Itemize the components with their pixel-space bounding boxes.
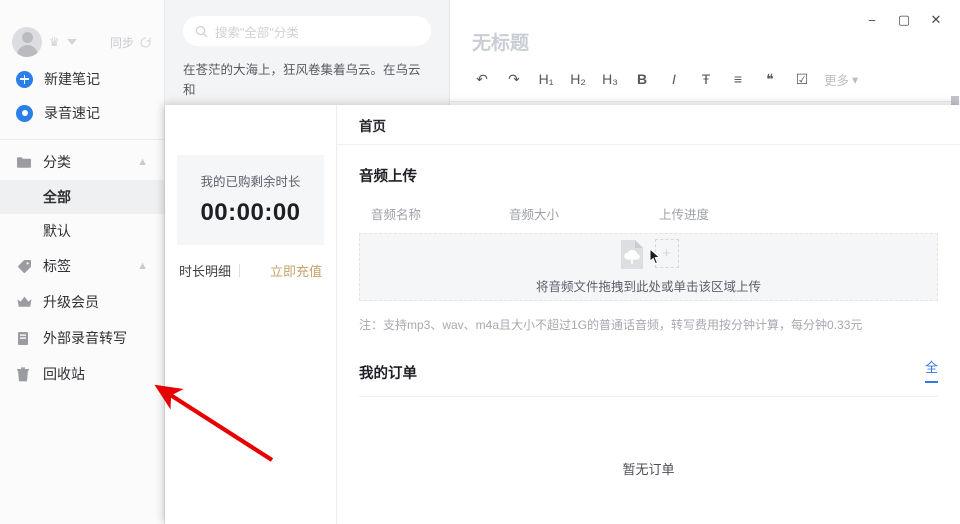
app-window: ♛ 同步 新建笔记 录音速记 [0, 0, 960, 524]
sidebar-group-tags-label: 标签 [43, 256, 71, 276]
new-note-label: 新建笔记 [44, 69, 100, 89]
duration-detail-link[interactable]: 时长明细 [179, 261, 231, 280]
close-button[interactable]: ✕ [922, 8, 950, 32]
quota-label: 我的已购剩余时长 [187, 171, 314, 190]
refresh-icon [139, 36, 152, 49]
sync-label: 同步 [110, 34, 134, 51]
more-tools-button[interactable]: 更多 ▾ [818, 67, 864, 91]
sidebar-group-category-label: 分类 [43, 152, 71, 172]
sidebar-item-upgrade[interactable]: 升级会员 [0, 284, 164, 320]
search-input[interactable]: 搜索"全部"分类 [183, 16, 431, 46]
audio-upload-title: 音频上传 [359, 165, 938, 186]
sidebar-item-default-label: 默认 [43, 221, 71, 241]
sidebar-item-trash-label: 回收站 [43, 364, 85, 384]
transcribe-icon [16, 331, 33, 346]
search-icon [195, 25, 208, 38]
bold-button[interactable]: B [626, 67, 658, 91]
italic-button[interactable]: I [658, 67, 690, 91]
column-audio-size: 音频大小 [509, 204, 659, 223]
strikethrough-button[interactable]: Ŧ [690, 67, 722, 91]
dialog-main-panel: 首页 音频上传 音频名称 音频大小 上传进度 [337, 105, 960, 524]
sidebar-item-trash[interactable]: 回收站 [0, 356, 164, 392]
crown-badge-icon [16, 295, 33, 309]
mouse-cursor-icon [649, 248, 661, 270]
chevron-down-icon[interactable] [67, 39, 77, 45]
heading2-button[interactable]: H₂ [562, 67, 594, 91]
chevron-down-icon: ▾ [852, 72, 858, 87]
checklist-button[interactable]: ☑ [786, 67, 818, 91]
link-divider [239, 264, 240, 277]
sidebar-item-external-transcribe-label: 外部录音转写 [43, 328, 127, 348]
new-note-button[interactable]: 新建笔记 [0, 62, 164, 96]
orders-tab-all[interactable]: 全 [925, 357, 938, 383]
upload-table-header: 音频名称 音频大小 上传进度 [359, 204, 938, 223]
sidebar-item-external-transcribe[interactable]: 外部录音转写 [0, 320, 164, 356]
note-preview-text: 在苍茫的大海上，狂风卷集着乌云。在乌云和 [183, 60, 431, 100]
quota-card: 我的已购剩余时长 00:00:00 [177, 155, 324, 245]
trash-icon [16, 367, 33, 382]
dialog-left-panel: 我的已购剩余时长 00:00:00 时长明细 立即充值 [165, 105, 337, 524]
orders-empty-state: 暂无订单 [359, 397, 938, 478]
minimize-button[interactable]: − [858, 8, 886, 32]
orders-title: 我的订单 [359, 362, 417, 383]
sidebar-divider [0, 139, 164, 140]
upload-dropzone[interactable]: + 将音频文件拖拽到此处或单击该区域上传 [359, 233, 938, 301]
chevron-up-icon: ▲ [137, 260, 148, 272]
quote-button[interactable]: ❝ [754, 67, 786, 91]
breadcrumb: 首页 [337, 105, 960, 145]
upload-note: 注：支持mp3、wav、m4a且大小不超过1G的普通话音频，转写费用按分钟计算，… [359, 316, 938, 333]
external-transcription-dialog: 我的已购剩余时长 00:00:00 时长明细 立即充值 首页 音频上传 音频名称… [165, 105, 960, 524]
quick-record-button[interactable]: 录音速记 [0, 96, 164, 130]
dropzone-icons: + [619, 239, 679, 270]
sidebar-group-category[interactable]: 分类 ▲ [0, 144, 164, 180]
orders-header: 我的订单 全 [359, 357, 938, 383]
quick-record-label: 录音速记 [44, 103, 100, 123]
chevron-up-icon: ▲ [137, 156, 148, 168]
tag-icon [16, 259, 33, 273]
sidebar-item-upgrade-label: 升级会员 [43, 292, 99, 312]
heading3-button[interactable]: H₃ [594, 67, 626, 91]
note-list-item[interactable]: 在苍茫的大海上，狂风卷集着乌云。在乌云和 [165, 60, 449, 100]
dialog-body: 音频上传 音频名称 音频大小 上传进度 [337, 145, 960, 524]
undo-icon[interactable]: ↶ [466, 67, 498, 91]
recharge-link[interactable]: 立即充值 [270, 261, 322, 280]
folder-icon [16, 156, 33, 169]
editor-toolbar: ↶ ↷ H₁ H₂ H₃ B I Ŧ ≡ ❝ ☑ 更多 ▾ [450, 55, 960, 102]
sidebar-group-tags[interactable]: 标签 ▲ [0, 248, 164, 284]
record-circle-icon [16, 105, 33, 122]
maximize-button[interactable]: ▢ [890, 8, 918, 32]
window-controls: − ▢ ✕ [858, 8, 950, 32]
sidebar-item-all[interactable]: 全部 [0, 180, 164, 214]
avatar[interactable] [12, 27, 42, 57]
redo-icon[interactable]: ↷ [498, 67, 530, 91]
quota-links: 时长明细 立即充值 [177, 261, 324, 280]
column-upload-progress: 上传进度 [659, 204, 709, 223]
user-account-row[interactable]: ♛ 同步 [0, 22, 164, 62]
column-audio-name: 音频名称 [359, 204, 509, 223]
sidebar-item-all-label: 全部 [43, 187, 71, 207]
heading1-button[interactable]: H₁ [530, 67, 562, 91]
sidebar-item-default[interactable]: 默认 [0, 214, 164, 248]
search-placeholder: 搜索"全部"分类 [215, 22, 299, 41]
crown-icon: ♛ [49, 36, 60, 48]
sync-button[interactable]: 同步 [110, 34, 152, 51]
align-button[interactable]: ≡ [722, 67, 754, 91]
more-tools-label: 更多 [824, 70, 849, 89]
app-sidebar: ♛ 同步 新建笔记 录音速记 [0, 0, 165, 524]
dropzone-text: 将音频文件拖拽到此处或单击该区域上传 [536, 276, 761, 295]
cloud-upload-file-icon [619, 239, 645, 270]
quota-value: 00:00:00 [187, 199, 314, 227]
plus-circle-icon [16, 71, 33, 88]
